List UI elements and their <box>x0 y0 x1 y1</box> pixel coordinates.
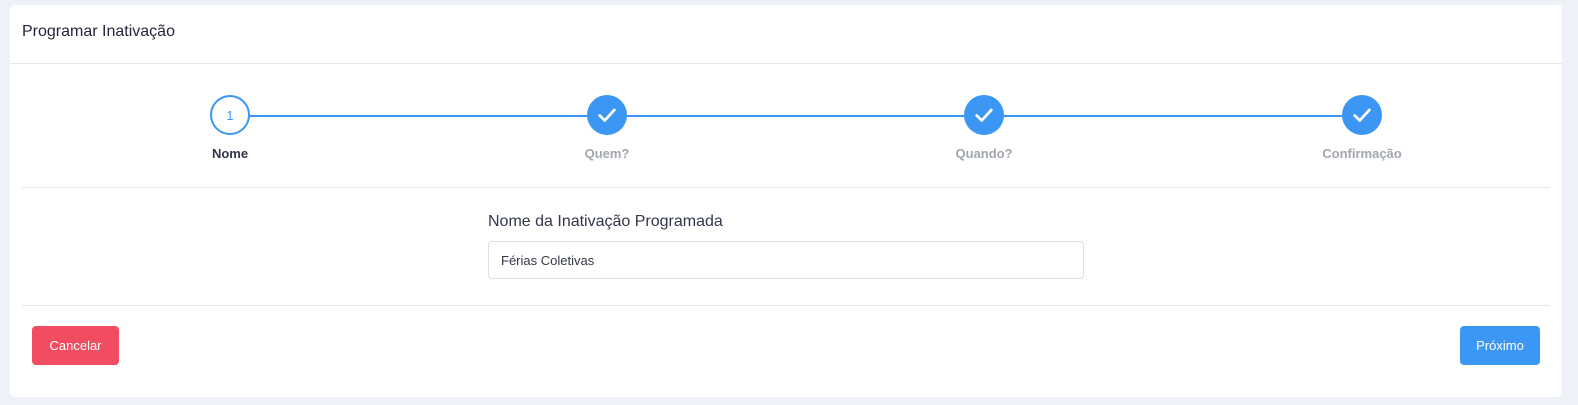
stepper-progress-line <box>230 115 1372 117</box>
cancel-button[interactable]: Cancelar <box>32 326 119 365</box>
check-icon <box>598 108 616 122</box>
wizard-stepper: 1 Nome Quem? Quando? Confirmação <box>22 63 1550 188</box>
step-confirmacao[interactable]: Confirmação <box>1292 95 1432 161</box>
check-icon <box>1353 108 1371 122</box>
inactivation-name-input[interactable] <box>488 241 1084 279</box>
step-label-nome: Nome <box>211 146 249 161</box>
inactivation-name-label: Nome da Inativação Programada <box>488 213 723 230</box>
footer-divider <box>22 305 1550 306</box>
step-number: 1 <box>226 107 234 123</box>
step-quando[interactable]: Quando? <box>914 95 1054 161</box>
step-label-confirmacao: Confirmação <box>1322 146 1402 161</box>
step-label-quem: Quem? <box>584 146 630 161</box>
step-nome[interactable]: 1 Nome <box>160 95 300 161</box>
step-complete-circle <box>964 95 1004 135</box>
step-label-quando: Quando? <box>955 146 1013 161</box>
scheduled-inactivation-card: Programar Inativação 1 Nome Quem? Quando… <box>10 5 1562 397</box>
check-icon <box>975 108 993 122</box>
step-quem[interactable]: Quem? <box>537 95 677 161</box>
page-title: Programar Inativação <box>22 23 175 40</box>
card-header: Programar Inativação <box>10 5 1562 64</box>
next-button[interactable]: Próximo <box>1460 326 1540 365</box>
step-complete-circle <box>1342 95 1382 135</box>
step-number-circle: 1 <box>210 95 250 135</box>
step-complete-circle <box>587 95 627 135</box>
name-form: Nome da Inativação Programada <box>488 213 1084 279</box>
